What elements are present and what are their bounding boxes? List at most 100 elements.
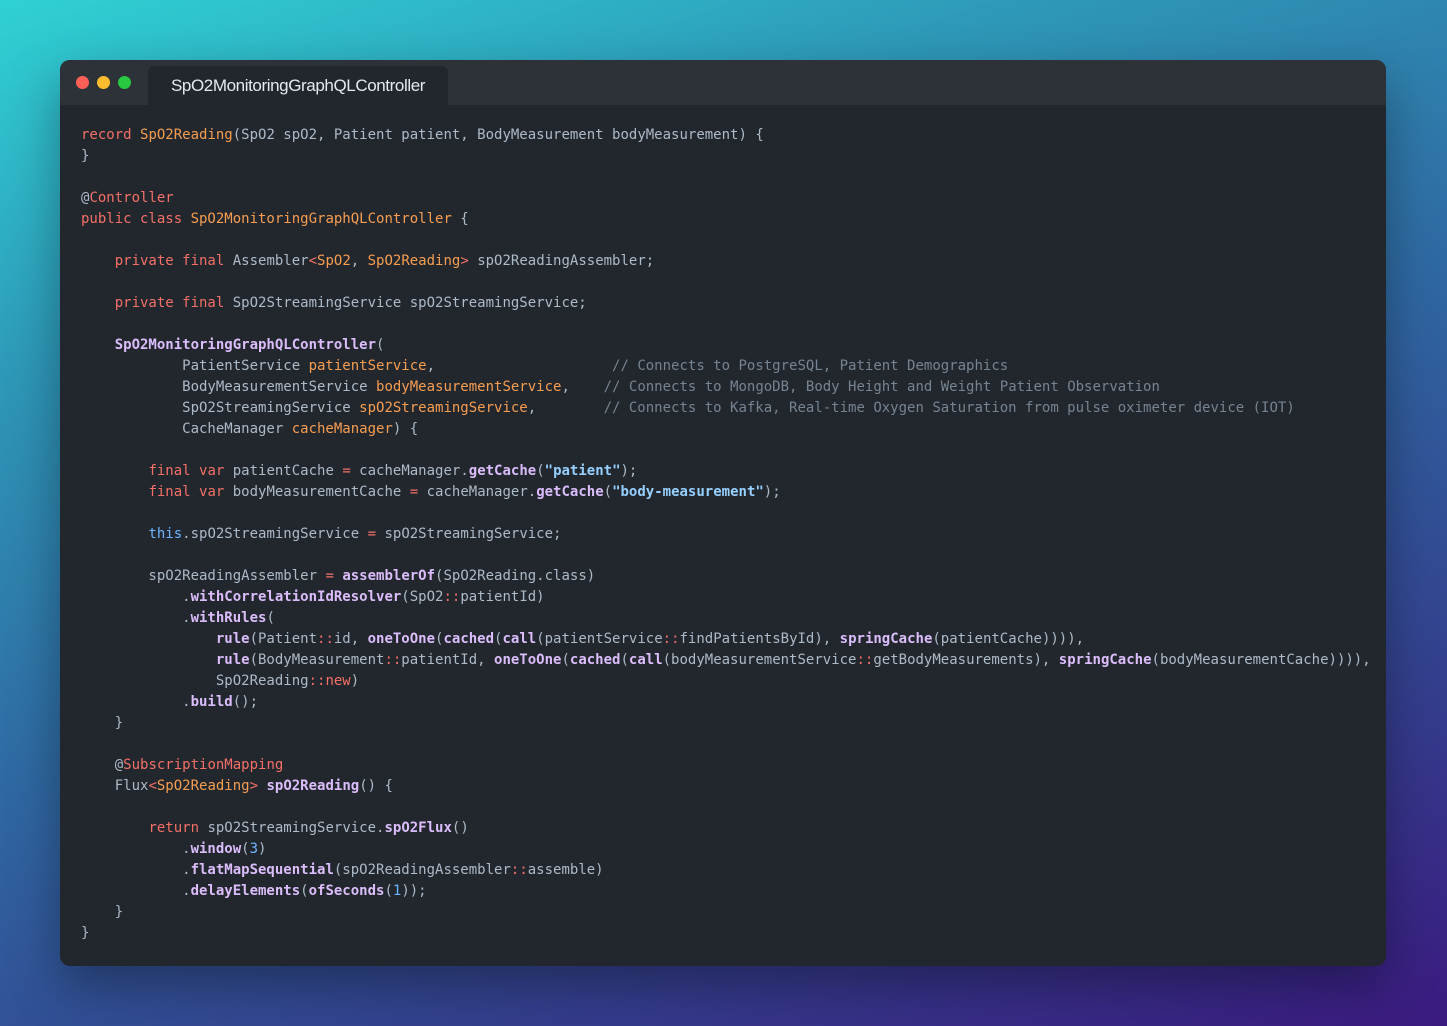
code-token: "patient" [544, 463, 621, 479]
code-token: , [527, 400, 604, 416]
code-token: ( [620, 652, 629, 668]
code-token: final var [148, 463, 233, 479]
code-line: private final SpO2StreamingService spO2S… [81, 293, 1376, 314]
code-line: @SubscriptionMapping [81, 755, 1376, 776]
code-line: BodyMeasurementService bodyMeasurementSe… [81, 377, 1376, 398]
code-token: @ [81, 757, 124, 773]
maximize-window-button[interactable] [118, 76, 131, 89]
code-token: springCache [839, 631, 933, 647]
code-token: (spO2ReadingAssembler [333, 862, 511, 878]
code-token: patientCache [232, 463, 343, 479]
code-token: cacheManager. [350, 463, 469, 479]
code-token: patientService [308, 358, 427, 374]
code-token: spO2ReadingAssembler; [468, 253, 655, 269]
code-token: (bodyMeasurementCache)))), [1151, 652, 1371, 668]
code-token: withRules [190, 610, 267, 626]
code-token: SpO2Reading [140, 127, 233, 143]
code-token: :: [308, 673, 326, 689]
code-token: withCorrelationIdResolver [190, 589, 402, 605]
code-token: :: [510, 862, 528, 878]
code-token: } [81, 904, 124, 920]
code-token: CacheManager [81, 421, 292, 437]
code-token: new [325, 673, 351, 689]
code-token: getCache [536, 484, 604, 500]
code-token: () { [359, 778, 393, 794]
code-token: ) [258, 841, 267, 857]
code-line: .build(); [81, 692, 1376, 713]
code-token: delayElements [190, 883, 301, 899]
code-token: // Connects to PostgreSQL, Patient Demog… [612, 358, 1009, 374]
code-line: SpO2Reading::new) [81, 671, 1376, 692]
code-token: ( [266, 610, 275, 626]
code-token: Flux [81, 778, 149, 794]
code-line: Flux<SpO2Reading> spO2Reading() { [81, 776, 1376, 797]
code-line: .withCorrelationIdResolver(SpO2::patient… [81, 587, 1376, 608]
file-tab[interactable]: SpO2MonitoringGraphQLController [148, 66, 448, 105]
code-token: :: [443, 589, 461, 605]
code-token: { [451, 211, 469, 227]
code-token: Controller [89, 190, 174, 206]
code-token: spO2StreamingService; [376, 526, 562, 542]
code-line: } [81, 923, 1376, 944]
code-token: getCache [468, 463, 537, 479]
code-token: .spO2StreamingService [182, 526, 368, 542]
code-token: (); [232, 694, 259, 710]
code-token: (SpO2 [401, 589, 444, 605]
code-token: < [308, 253, 318, 269]
code-line: PatientService patientService, // Connec… [81, 356, 1376, 377]
code-token: (SpO2 spO2, Patient patient, BodyMeasure… [232, 127, 764, 143]
code-token: build [190, 694, 233, 710]
code-line: .delayElements(ofSeconds(1)); [81, 881, 1376, 902]
code-token: (patientService [536, 631, 663, 647]
code-token: = [342, 463, 351, 479]
code-token: . [81, 610, 191, 626]
code-token: patientId, [401, 652, 495, 668]
code-token: ) [350, 673, 360, 689]
code-token: private final [114, 253, 233, 269]
code-line: .flatMapSequential(spO2ReadingAssembler:… [81, 860, 1376, 881]
code-token: , [350, 253, 368, 269]
code-token: rule [215, 631, 250, 647]
code-token: ofSeconds [308, 883, 385, 899]
code-block: record SpO2Reading(SpO2 spO2, Patient pa… [81, 125, 1376, 944]
code-token: cacheManager [291, 421, 393, 437]
code-line: SpO2StreamingService spO2StreamingServic… [81, 398, 1376, 419]
code-token: PatientService [81, 358, 309, 374]
close-window-button[interactable] [76, 76, 89, 89]
code-token: , [561, 379, 604, 395]
code-token: = [409, 484, 419, 500]
code-token: call [502, 631, 537, 647]
code-token: SpO2MonitoringGraphQLController [114, 337, 377, 353]
minimize-window-button[interactable] [97, 76, 110, 89]
code-token: getBodyMeasurements), [873, 652, 1059, 668]
editor-window: SpO2MonitoringGraphQLController record S… [60, 60, 1386, 966]
code-token: () [451, 820, 469, 836]
code-token: oneToOne [367, 631, 436, 647]
code-token: ( [241, 841, 250, 857]
code-token: this [148, 526, 183, 542]
code-token: // Connects to Kafka, Real-time Oxygen S… [603, 400, 1295, 416]
code-token: cacheManager. [418, 484, 537, 500]
code-line: .withRules( [81, 608, 1376, 629]
code-token: ( [384, 883, 393, 899]
code-token: (Patient [249, 631, 318, 647]
code-token: :: [662, 631, 680, 647]
code-token: record [81, 127, 141, 143]
code-token: springCache [1058, 652, 1152, 668]
code-token: SpO2StreamingService [81, 400, 360, 416]
title-bar: SpO2MonitoringGraphQLController [60, 60, 1386, 105]
code-token: > [460, 253, 469, 269]
code-token: . [81, 883, 191, 899]
